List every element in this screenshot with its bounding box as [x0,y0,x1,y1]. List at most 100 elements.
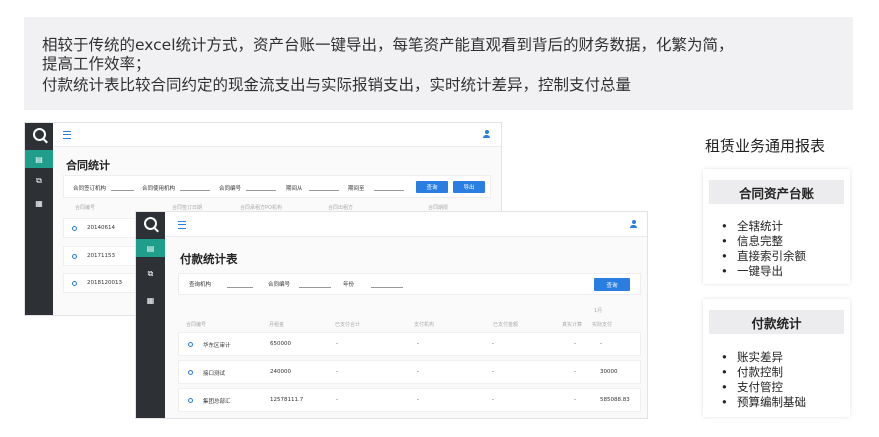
filter-label: 合同使用机构 [142,186,176,192]
banner-line-1: 相较于传统的excel统计方式，资产台账一键导出，每笔资产能直观看到背后的财务数… [42,36,734,54]
row-paid: - [492,397,494,403]
query-button[interactable]: 查询 [594,278,630,291]
filter-bar: 查询机构 合同编号 年份 查询 [178,273,641,295]
list-item: 一键导出 [721,264,806,279]
filter-input[interactable] [246,190,276,191]
rail-item-report[interactable]: ▤ [136,239,165,257]
rail-item-copy[interactable]: ⧉ [25,172,53,190]
contract-number: 2018120013 [87,280,122,286]
rail-item-grid[interactable]: ▦ [136,291,165,309]
filter-input[interactable] [111,190,134,191]
column-header: 实际支付 [592,322,613,328]
filter-input[interactable] [374,190,404,191]
row-radio-icon[interactable] [188,342,193,347]
row-radio-icon[interactable] [72,254,77,259]
copy-icon: ⧉ [36,176,42,185]
banner-line-3: 付款统计表比较合同约定的现金流支出与实际报销支出，实时统计差异，控制支付总量 [42,76,632,94]
filter-label: 合同编号 [219,186,242,192]
filter-input[interactable] [371,287,403,288]
column-header: 合同编号 [75,205,96,211]
description-banner: 相较于传统的excel统计方式，资产台账一键导出，每笔资产能直观看到背后的财务数… [24,17,853,110]
banner-line-2: 提高工作效率； [42,55,151,73]
column-header: 合同承租方PO机构 [240,205,282,211]
column-header: 月租金 [269,322,285,328]
row-paid-total: - [336,369,338,375]
filter-input[interactable] [180,190,210,191]
logo-ring-icon [144,217,157,230]
row-radio-icon[interactable] [188,398,193,403]
row-name: 接口测试 [203,371,226,377]
column-header: 合同期限 [428,205,449,211]
row-paid-total: - [336,341,338,347]
page-title: 付款统计表 [180,252,238,266]
query-button[interactable]: 查询 [416,181,448,193]
row-calc: - [574,397,576,403]
payment-stats-card: 付款统计 账实差异 付款控制 支付管控 预算编制基础 [703,299,850,417]
document-icon: ▤ [146,243,155,253]
column-header: 合同出租方 [328,205,354,211]
card-header: 合同资产台账 [709,180,844,204]
table-row[interactable]: 接口测试 240000 - - - - 30000 [178,360,641,384]
top-bar [53,123,501,147]
document-icon: ▤ [35,154,43,164]
card-feature-list: 全辖统计 信息完整 直接索引余额 一键导出 [721,219,806,279]
list-item: 预算编制基础 [721,395,806,410]
column-header: 已支付金额 [493,322,519,328]
logo [136,212,165,235]
user-icon[interactable] [483,130,490,138]
table-row[interactable]: 集团总部汇 12578111.7 - - - - 585088.83 [178,388,641,412]
column-header: 合同签订日期 [172,205,203,211]
row-name: 集团总部汇 [203,399,231,405]
side-rail: ▤ ⧉ ▦ [25,123,53,315]
logo-ring-icon [32,128,46,141]
rail-item-grid[interactable]: ▦ [25,194,53,212]
column-header: 已支付合计 [335,322,361,328]
row-name: 华东区审计 [203,343,231,349]
list-item: 支付管控 [721,380,806,395]
filter-label: 年份 [343,282,355,288]
row-paid: - [492,341,494,347]
row-paid-total: - [336,397,338,403]
card-header: 付款统计 [709,310,844,334]
hamburger-menu-icon[interactable] [63,131,71,139]
hamburger-menu-icon[interactable] [178,221,186,229]
month-label: 1月 [594,308,603,314]
row-amount: 12578111.7 [270,397,304,403]
row-paid: - [492,369,494,375]
filter-input[interactable] [299,287,331,288]
rail-item-copy[interactable]: ⧉ [136,265,165,283]
list-item: 账实差异 [721,350,806,365]
export-button[interactable]: 导出 [453,181,485,193]
copy-icon: ⧉ [147,269,154,278]
asset-ledger-card: 合同资产台账 全辖统计 信息完整 直接索引余额 一键导出 [703,169,850,284]
report-panel-title: 租赁业务通用报表 [705,137,826,155]
filter-input[interactable] [309,190,339,191]
contract-number: 20171153 [87,253,115,259]
row-amount: 240000 [270,369,291,375]
contract-number: 20140614 [87,225,115,231]
filter-label: 合同编号 [268,282,291,288]
user-icon[interactable] [630,220,637,228]
list-item: 直接索引余额 [721,249,806,264]
grid-icon: ▦ [35,198,43,208]
column-header: 真实计算 [562,322,583,328]
side-rail: ▤ ⧉ ▦ [136,212,165,418]
row-calc: - [574,369,576,375]
row-org: - [417,369,419,375]
row-radio-icon[interactable] [72,226,77,231]
page-title: 合同统计 [66,159,110,172]
filter-input[interactable] [227,287,253,288]
row-radio-icon[interactable] [188,370,193,375]
row-radio-icon[interactable] [72,281,77,286]
logo [25,123,53,146]
row-org: - [417,397,419,403]
table-row[interactable]: 华东区审计 650000 - - - - - [178,332,641,356]
list-item: 信息完整 [721,234,806,249]
filter-bar: 合同签订机构 合同使用机构 合同编号 期间从 期间至 查询 导出 [63,175,491,198]
filter-label: 合同签订机构 [73,186,107,192]
payment-stats-window: ▤ ⧉ ▦ 付款统计表 查询机构 合同编号 年份 查询 1月 合同编号 月租金 … [135,211,648,419]
row-actual: 30000 [600,369,618,375]
row-actual: - [600,341,602,347]
rail-item-report[interactable]: ▤ [25,150,53,168]
row-calc: - [574,341,576,347]
